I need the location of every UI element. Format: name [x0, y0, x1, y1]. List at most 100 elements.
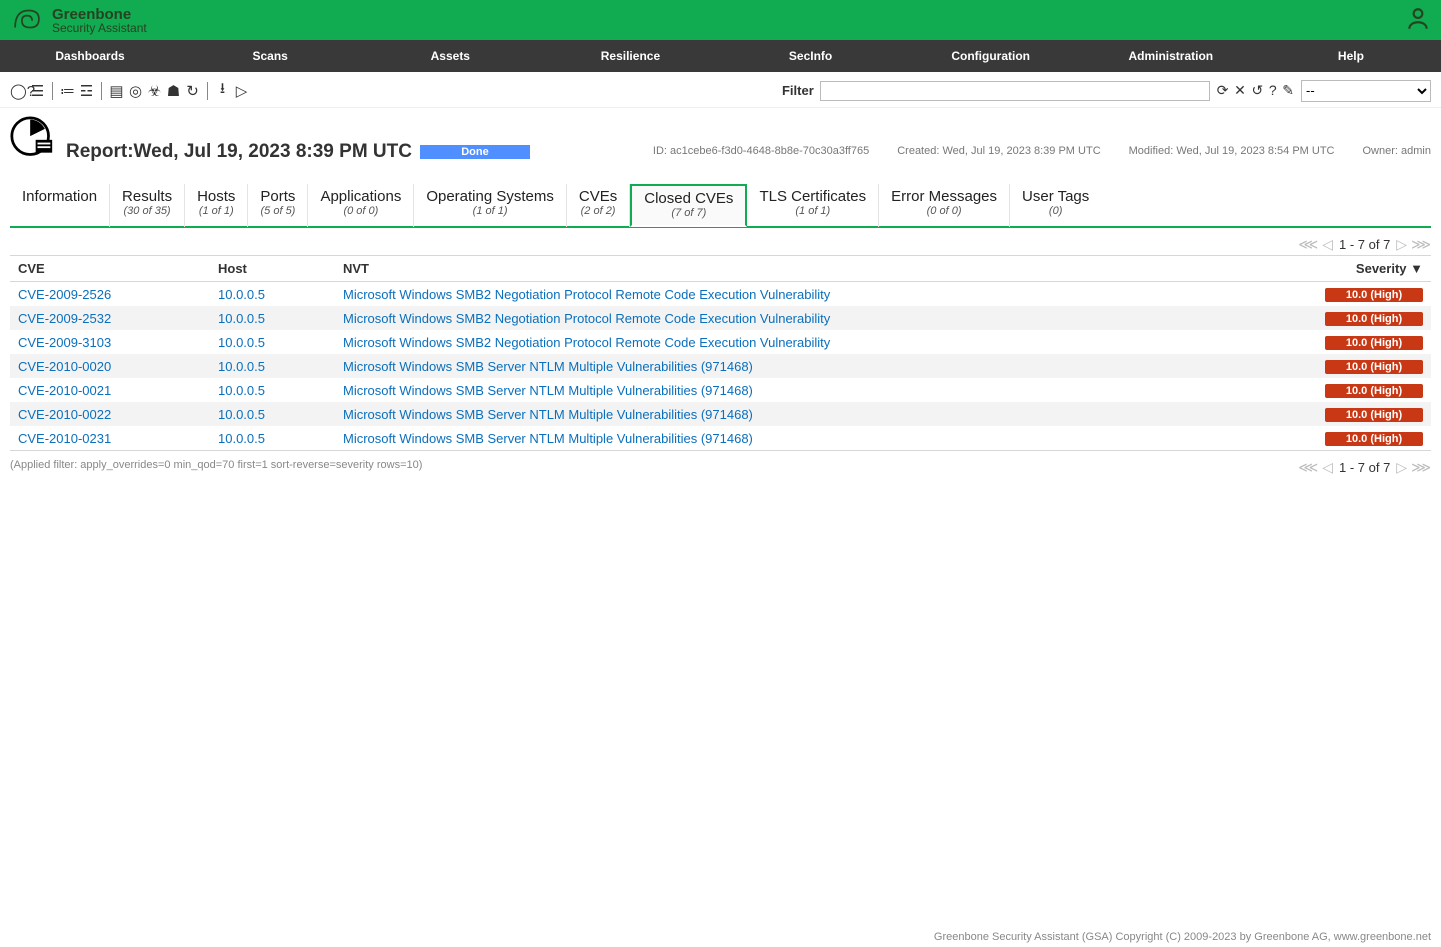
cve-link[interactable]: CVE-2010-0020 [18, 359, 111, 374]
severity-badge: 10.0 (High) [1325, 384, 1423, 398]
nvt-link[interactable]: Microsoft Windows SMB2 Negotiation Proto… [343, 311, 830, 326]
nav-assets[interactable]: Assets [360, 40, 540, 72]
host-link[interactable]: 10.0.0.5 [218, 335, 265, 350]
nvt-link[interactable]: Microsoft Windows SMB Server NTLM Multip… [343, 383, 753, 398]
main-nav: DashboardsScansAssetsResilienceSecInfoCo… [0, 40, 1441, 72]
page-last-icon[interactable]: ⋙ [1411, 236, 1431, 253]
report-meta: ID: ac1cebe6-f3d0-4648-8b8e-70c30a3ff765… [653, 145, 1431, 160]
page-first-icon[interactable]: ⋘ [1298, 459, 1318, 476]
host-link[interactable]: 10.0.0.5 [218, 287, 265, 302]
nvt-link[interactable]: Microsoft Windows SMB Server NTLM Multip… [343, 359, 753, 374]
filter-label: Filter [782, 83, 814, 98]
help-icon[interactable]: ◯? [10, 82, 27, 100]
status-badge: Done [420, 145, 530, 159]
topbar: Greenbone Security Assistant [0, 0, 1441, 40]
page-prev-icon[interactable]: ◁ [1322, 459, 1333, 476]
cve-link[interactable]: CVE-2009-2532 [18, 311, 111, 326]
nvt-link[interactable]: Microsoft Windows SMB Server NTLM Multip… [343, 407, 753, 422]
nav-help[interactable]: Help [1261, 40, 1441, 72]
host-link[interactable]: 10.0.0.5 [218, 383, 265, 398]
host-link[interactable]: 10.0.0.5 [218, 359, 265, 374]
page-prev-icon[interactable]: ◁ [1322, 236, 1333, 253]
page-title: Report:Wed, Jul 19, 2023 8:39 PM UTC [66, 141, 412, 163]
brand[interactable]: Greenbone Security Assistant [10, 2, 147, 39]
nav-secinfo[interactable]: SecInfo [721, 40, 901, 72]
page-last-icon[interactable]: ⋙ [1411, 459, 1431, 476]
cve-link[interactable]: CVE-2009-3103 [18, 335, 111, 350]
footer: Greenbone Security Assistant (GSA) Copyr… [934, 931, 1431, 943]
filter-help-icon[interactable]: ? [1269, 82, 1277, 98]
tab-cves[interactable]: CVEs(2 of 2) [567, 184, 630, 227]
page-next-icon[interactable]: ▷ [1396, 236, 1407, 253]
greenbone-logo-icon [10, 2, 44, 39]
report-tabs: InformationResults(30 of 35)Hosts(1 of 1… [10, 183, 1431, 228]
refresh-icon[interactable]: ↻ [184, 82, 201, 100]
download-icon[interactable]: ⭳ [214, 78, 231, 103]
nvt-link[interactable]: Microsoft Windows SMB2 Negotiation Proto… [343, 335, 830, 350]
nav-configuration[interactable]: Configuration [901, 40, 1081, 72]
table-row: CVE-2010-0020 10.0.0.5 Microsoft Windows S… [10, 354, 1431, 378]
cve-link[interactable]: CVE-2010-0021 [18, 383, 111, 398]
filter-apply-icon[interactable]: ⟳ [1217, 82, 1229, 98]
severity-badge: 10.0 (High) [1325, 288, 1423, 302]
table-row: CVE-2009-3103 10.0.0.5 Microsoft Windows S… [10, 330, 1431, 354]
cve-link[interactable]: CVE-2010-0022 [18, 407, 111, 422]
shield-icon[interactable]: ☗ [165, 82, 182, 100]
filter-edit-icon[interactable]: ✎ [1282, 82, 1294, 98]
table-row: CVE-2009-2532 10.0.0.5 Microsoft Windows S… [10, 306, 1431, 330]
filter-reset-icon[interactable]: ↺ [1251, 82, 1263, 98]
severity-badge: 10.0 (High) [1325, 312, 1423, 326]
host-link[interactable]: 10.0.0.5 [218, 407, 265, 422]
tab-tls-certificates[interactable]: TLS Certificates(1 of 1) [747, 184, 879, 227]
tab-closed-cves[interactable]: Closed CVEs(7 of 7) [630, 184, 747, 227]
list2-icon[interactable]: ☲ [78, 82, 95, 100]
report-header: Report:Wed, Jul 19, 2023 8:39 PM UTC Don… [0, 108, 1441, 165]
pager-text: 1 - 7 of 7 [1339, 237, 1390, 252]
filter-clear-icon[interactable]: ✕ [1234, 82, 1246, 98]
list-icon[interactable]: ☰ [29, 82, 46, 100]
toolbar-icons: ◯? ☰ ≔ ☲ ▤ ◎ ☣ ☗ ↻ ⭳ ▷ [10, 78, 250, 103]
pager-bottom: ⋘ ◁ 1 - 7 of 7 ▷ ⋙ [1288, 451, 1441, 478]
nav-administration[interactable]: Administration [1081, 40, 1261, 72]
filter-select[interactable]: -- [1301, 80, 1431, 102]
tab-ports[interactable]: Ports(5 of 5) [248, 184, 308, 227]
tab-hosts[interactable]: Hosts(1 of 1) [185, 184, 248, 227]
user-icon[interactable] [1405, 6, 1431, 35]
nav-dashboards[interactable]: Dashboards [0, 40, 180, 72]
applied-filter: (Applied filter: apply_overrides=0 min_q… [0, 455, 1288, 475]
brand-text: Greenbone Security Assistant [52, 7, 147, 34]
run-icon[interactable]: ▷ [233, 82, 250, 100]
col-host[interactable]: Host [210, 256, 335, 282]
cve-link[interactable]: CVE-2009-2526 [18, 287, 111, 302]
nvt-link[interactable]: Microsoft Windows SMB Server NTLM Multip… [343, 431, 753, 446]
nav-resilience[interactable]: Resilience [540, 40, 720, 72]
page-next-icon[interactable]: ▷ [1396, 459, 1407, 476]
col-severity[interactable]: Severity ▼ [1311, 256, 1431, 282]
severity-badge: 10.0 (High) [1325, 360, 1423, 374]
page-first-icon[interactable]: ⋘ [1298, 236, 1318, 253]
col-nvt[interactable]: NVT [335, 256, 1311, 282]
biohazard-icon[interactable]: ☣ [146, 82, 163, 100]
severity-badge: 10.0 (High) [1325, 408, 1423, 422]
tab-operating-systems[interactable]: Operating Systems(1 of 1) [414, 184, 567, 227]
nvt-link[interactable]: Microsoft Windows SMB2 Negotiation Proto… [343, 287, 830, 302]
col-cve[interactable]: CVE [10, 256, 210, 282]
tab-information[interactable]: Information [10, 184, 110, 227]
tab-results[interactable]: Results(30 of 35) [110, 184, 185, 227]
pager-top: ⋘ ◁ 1 - 7 of 7 ▷ ⋙ [0, 228, 1441, 255]
host-link[interactable]: 10.0.0.5 [218, 311, 265, 326]
tab-applications[interactable]: Applications(0 of 0) [308, 184, 414, 227]
table-row: CVE-2010-0021 10.0.0.5 Microsoft Windows S… [10, 378, 1431, 402]
pager-text: 1 - 7 of 7 [1339, 460, 1390, 475]
cve-link[interactable]: CVE-2010-0231 [18, 431, 111, 446]
host-link[interactable]: 10.0.0.5 [218, 431, 265, 446]
filter-list-icon[interactable]: ▤ [108, 82, 125, 100]
tab-user-tags[interactable]: User Tags(0) [1010, 184, 1101, 227]
nav-scans[interactable]: Scans [180, 40, 360, 72]
toolbar: ◯? ☰ ≔ ☲ ▤ ◎ ☣ ☗ ↻ ⭳ ▷ Filter ⟳ ✕ ↺ ? ✎ … [0, 72, 1441, 108]
add-list-icon[interactable]: ≔ [59, 82, 76, 100]
tab-error-messages[interactable]: Error Messages(0 of 0) [879, 184, 1010, 227]
filter-input[interactable] [820, 81, 1210, 101]
report-icon [10, 116, 54, 163]
globe-icon[interactable]: ◎ [127, 82, 144, 100]
